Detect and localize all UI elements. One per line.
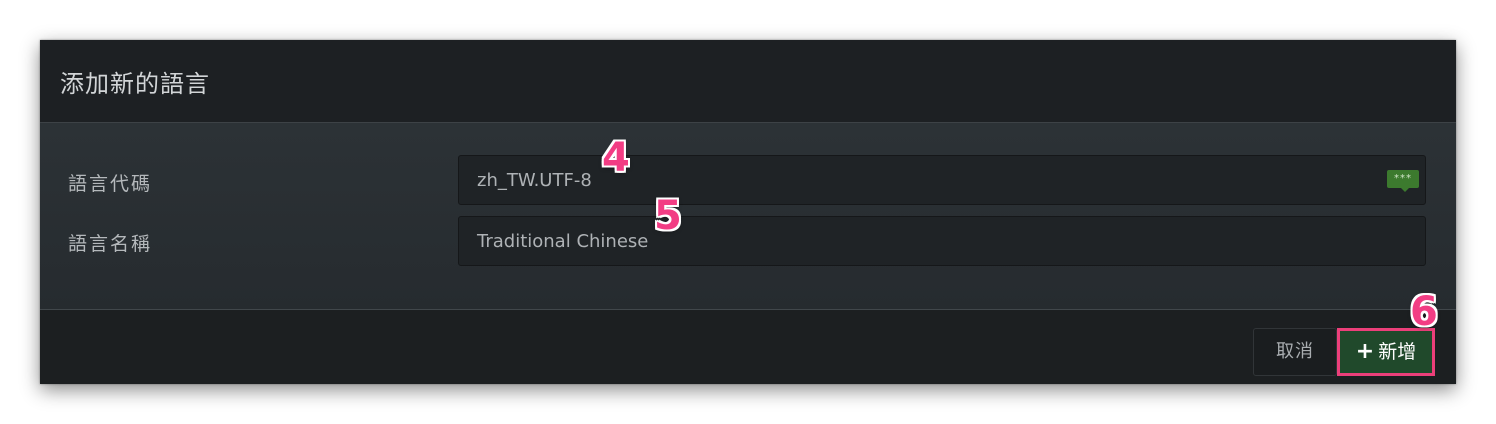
language-name-input[interactable]: Traditional Chinese (458, 216, 1426, 266)
step-badge-4: 4 (602, 135, 630, 181)
dialog-title: 添加新的語言 (60, 70, 210, 98)
language-name-label: 語言名稱 (68, 233, 153, 255)
language-name-value: Traditional Chinese (477, 231, 649, 252)
dialog-header: 添加新的語言 (40, 40, 1456, 123)
dialog-body: 語言代碼 zh_TW.UTF-8 *** 語言名稱 Traditional Ch… (40, 123, 1456, 310)
step-badge-5: 5 (654, 193, 682, 239)
add-language-dialog: 添加新的語言 語言代碼 zh_TW.UTF-8 *** 語言名稱 Traditi… (40, 40, 1456, 384)
dialog-footer: 取消 + 新增 (40, 310, 1456, 384)
language-code-value: zh_TW.UTF-8 (477, 170, 592, 191)
keyboard-icon[interactable]: *** (1387, 170, 1419, 192)
step-badge-6: 6 (1410, 289, 1438, 335)
add-button-label: 新增 (1378, 341, 1417, 363)
cancel-button[interactable]: 取消 (1253, 328, 1337, 376)
language-code-label: 語言代碼 (68, 173, 153, 195)
add-button[interactable]: + 新增 (1337, 328, 1435, 376)
plus-icon: + (1355, 339, 1375, 364)
